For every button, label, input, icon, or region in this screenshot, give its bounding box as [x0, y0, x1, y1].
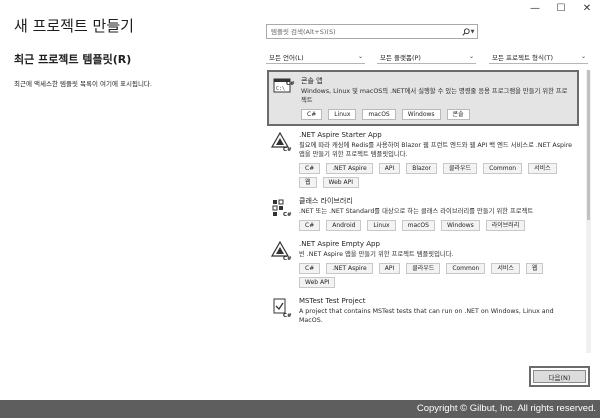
template-tag: Common [446, 263, 486, 274]
template-description: Windows, Linux 및 macOS의 .NET에서 실행할 수 있는 … [301, 88, 568, 104]
platform-filter[interactable]: 모든 플랫폼(P) ⌄ [377, 50, 476, 64]
svg-text:C:\: C:\ [276, 86, 285, 92]
template-tag: Blazor [406, 163, 437, 174]
maximize-button[interactable]: ☐ [548, 0, 574, 16]
template-search-input[interactable] [267, 25, 459, 38]
template-search-box: ▼ [266, 24, 478, 39]
template-tag: 라이브러리 [485, 220, 526, 231]
template-tag: 콘솔 [446, 109, 470, 120]
template-item[interactable]: C# .NET Aspire Starter App 필요에 따라 캐싱에 Redi… [267, 126, 579, 192]
chevron-down-icon: ▼ [470, 28, 475, 35]
recent-templates-empty-message: 최근에 액세스한 템플릿 목록이 여기에 표시됩니다. [14, 80, 152, 88]
template-tag: 클라우드 [442, 163, 478, 174]
svg-text:C#: C# [286, 81, 295, 87]
platform-filter-label: 모든 플랫폼(P) [380, 53, 421, 62]
template-item[interactable]: C# 클래스 라이브러리 .NET 또는 .NET Standard를 대상으로 하… [267, 192, 579, 235]
scrollbar-thumb[interactable] [587, 70, 590, 220]
aspire-icon: C# [270, 240, 293, 262]
template-tag: C# [299, 163, 321, 174]
template-tag: Web API [299, 277, 336, 288]
template-name: 콘솔 앱 [301, 77, 323, 85]
svg-text:C#: C# [283, 147, 292, 152]
next-button[interactable]: 다음(N) [533, 370, 586, 383]
template-tag: C# [299, 263, 321, 274]
chevron-down-icon: ⌄ [580, 53, 586, 60]
template-item[interactable]: C:\ C# 콘솔 앱 Windows, Linux 및 macOS의 .NET에서 … [267, 70, 579, 126]
project-type-filter[interactable]: 모든 프로젝트 형식(T) ⌄ [489, 50, 588, 64]
svg-text:C#: C# [283, 256, 292, 261]
console-app-icon: C:\ C# [273, 78, 295, 96]
copyright-text: Copyright © Gilbut, Inc. All rights rese… [416, 403, 596, 414]
template-tag: macOS [362, 109, 396, 120]
svg-text:C#: C# [283, 212, 292, 218]
recent-templates-heading: 최근 프로젝트 템플릿(R) [14, 53, 132, 66]
template-name: MSTest Test Project [299, 297, 366, 305]
template-item[interactable]: C# MSTest Test Project A project that cont… [267, 292, 579, 329]
template-tags: C# Linux macOS Windows 콘솔 [301, 109, 573, 120]
template-tag: 서비스 [491, 263, 520, 274]
search-dropdown-button[interactable]: ▼ [459, 25, 477, 38]
aspire-icon: C# [270, 131, 293, 153]
close-button[interactable]: ✕ [574, 0, 600, 16]
template-tag: Web API [322, 177, 360, 188]
copyright-bar: Copyright © Gilbut, Inc. All rights rese… [0, 400, 600, 418]
template-tag: C# [299, 220, 321, 231]
window-controls: — ☐ ✕ [522, 0, 600, 16]
test-project-icon: C# [271, 298, 293, 319]
class-library-icon: C# [271, 198, 293, 218]
template-tag: Android [326, 220, 362, 231]
template-description: 빈 .NET Aspire 앱을 만들기 위한 프로젝트 템플릿입니다. [299, 251, 454, 258]
next-button-focus-frame: 다음(N) [529, 366, 590, 387]
template-list: C:\ C# 콘솔 앱 Windows, Linux 및 macOS의 .NET에서 … [266, 70, 586, 353]
template-item[interactable]: C# .NET Aspire Empty App 빈 .NET Aspire 앱을 … [267, 235, 579, 292]
template-tag: 서비스 [528, 163, 557, 174]
template-description: 필요에 따라 캐싱에 Redis를 사용하여 Blazor 웹 프런트 엔드와 … [299, 142, 573, 158]
template-tag: Linux [367, 220, 396, 231]
template-tag: .NET Aspire [326, 163, 373, 174]
minimize-button[interactable]: — [522, 0, 548, 16]
template-tag: Linux [328, 109, 357, 120]
search-icon [461, 27, 470, 36]
template-tag: Common [483, 163, 523, 174]
svg-text:C#: C# [283, 313, 292, 318]
language-filter-label: 모든 언어(L) [269, 53, 304, 62]
template-tag: 웹 [299, 177, 317, 188]
template-list-scrollbar[interactable] [586, 70, 591, 353]
template-tag: Windows [440, 220, 480, 231]
template-tags: C# .NET Aspire API 클라우드 Common 서비스 웹 Web API [299, 263, 575, 288]
language-filter[interactable]: 모든 언어(L) ⌄ [266, 50, 365, 64]
project-type-filter-label: 모든 프로젝트 형식(T) [492, 53, 554, 62]
template-name: .NET Aspire Starter App [299, 131, 382, 139]
template-description: A project that contains MSTest tests tha… [299, 308, 554, 324]
template-name: .NET Aspire Empty App [299, 240, 380, 248]
page-title: 새 프로젝트 만들기 [14, 17, 134, 35]
template-tag: 클라우드 [406, 263, 441, 274]
template-description: .NET 또는 .NET Standard를 대상으로 하는 클래스 라이브러리… [299, 208, 534, 215]
chevron-down-icon: ⌄ [468, 53, 474, 60]
chevron-down-icon: ⌄ [357, 53, 363, 60]
template-tag: C# [301, 109, 323, 120]
template-tag: API [378, 163, 401, 174]
template-tags: C# Android Linux macOS Windows 라이브러리 [299, 220, 575, 231]
template-tag: .NET Aspire [326, 263, 373, 274]
template-tags: C# .NET Aspire API Blazor 클라우드 Common 서비스웹 Web … [299, 163, 575, 188]
template-tag: Windows [401, 109, 441, 120]
template-name: 클래스 라이브러리 [299, 197, 353, 205]
template-tag: macOS [401, 220, 435, 231]
template-tag: 웹 [525, 263, 544, 274]
template-tag: API [378, 263, 401, 274]
